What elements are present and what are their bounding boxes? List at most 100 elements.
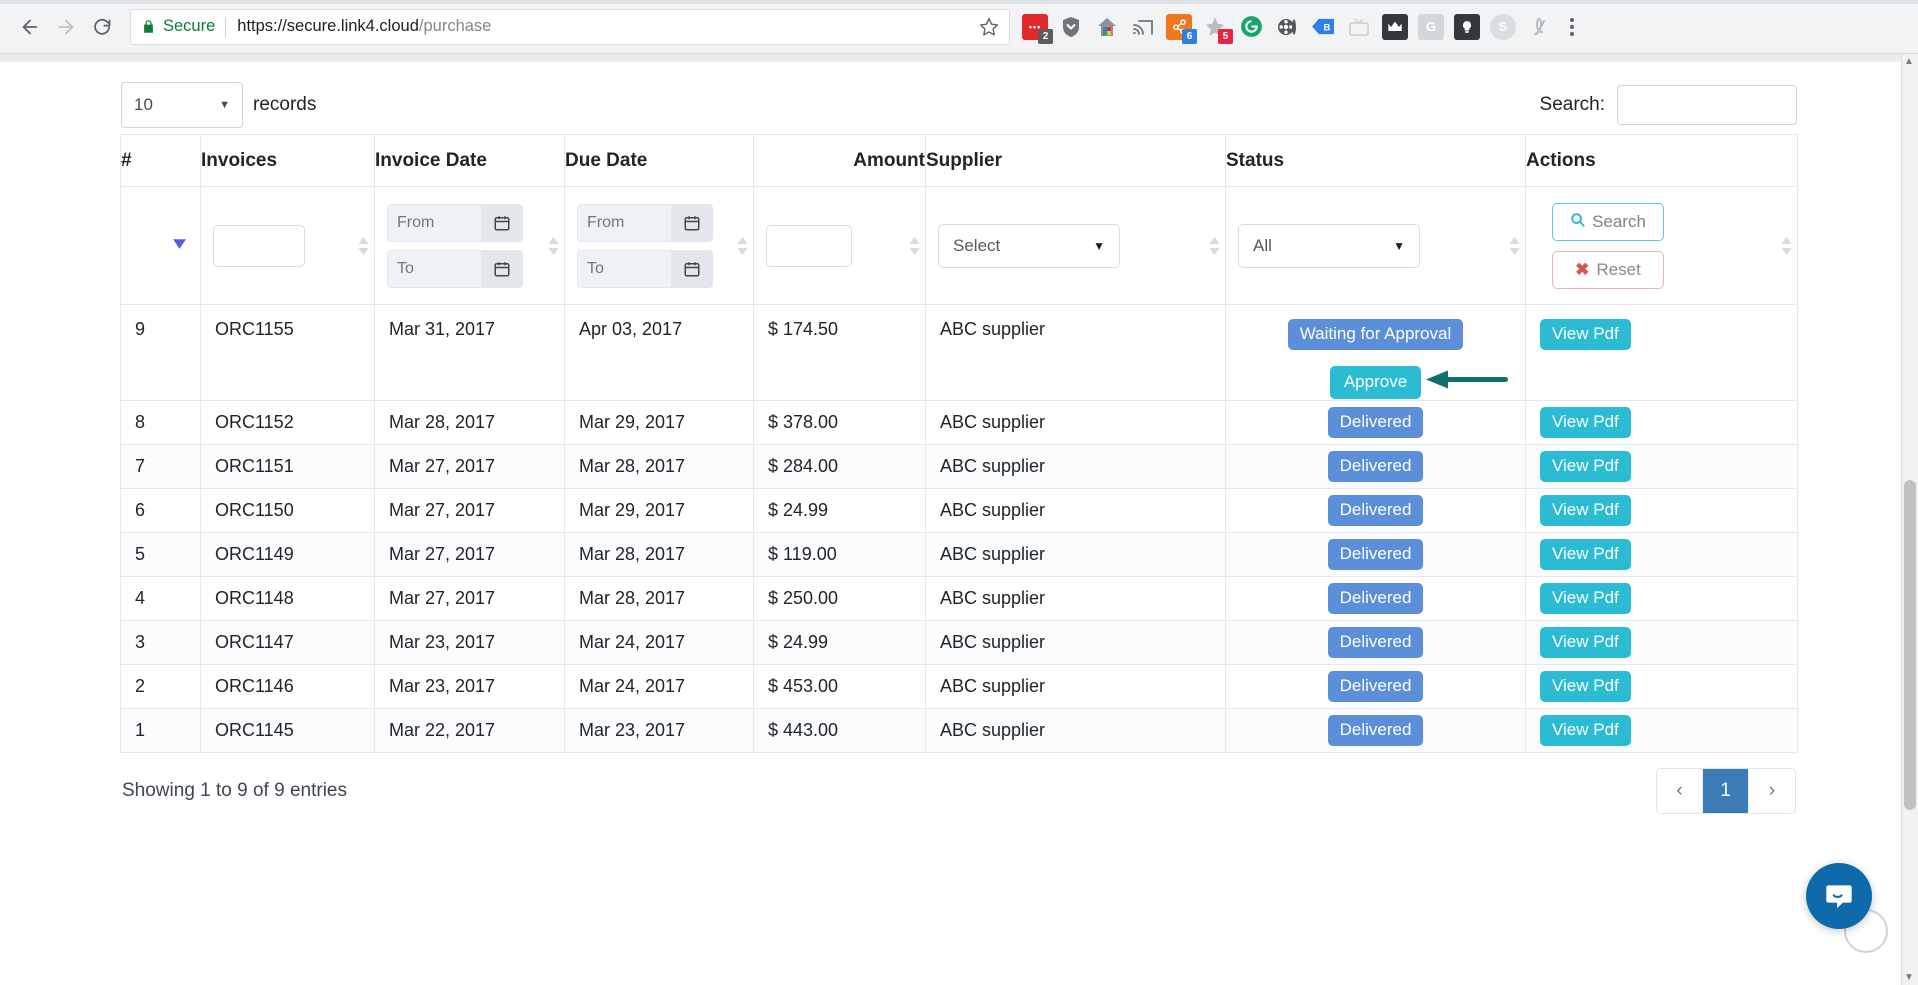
forward-button[interactable] [48,9,84,45]
reset-button[interactable]: ✖ Reset [1552,250,1664,289]
col-header-number[interactable]: # [120,134,201,187]
col-header-invoices[interactable]: Invoices [200,134,375,187]
grammarly-extension-icon[interactable] [1238,14,1264,40]
reload-button[interactable] [84,9,120,45]
cell-invoice: ORC1150 [200,488,375,533]
lightbulb-extension-icon[interactable] [1454,13,1480,40]
pagination-page-1[interactable]: 1 [1703,769,1749,813]
cell-invoice-date: Mar 27, 2017 [374,444,565,489]
google-g-extension-icon[interactable]: G [1418,13,1444,40]
bookmark-star-icon[interactable] [979,17,999,37]
tv-extension-icon[interactable] [1346,14,1372,40]
intercom-chat-button[interactable] [1806,863,1872,929]
due-date-to-input[interactable] [577,249,671,288]
cell-due-date: Mar 24, 2017 [564,620,754,665]
table-row[interactable]: 6 ORC1150 Mar 27, 2017 Mar 29, 2017 $ 24… [120,488,1798,533]
due-date-from-input[interactable] [577,203,671,242]
col-header-status[interactable]: Status [1225,134,1526,187]
chrome-menu-button[interactable] [1570,17,1574,36]
cell-number: 3 [120,620,201,665]
calendar-icon[interactable] [481,203,523,242]
view-pdf-button[interactable]: View Pdf [1540,715,1631,746]
hubspot-extension-icon[interactable]: 6 [1166,13,1197,44]
chevron-down-icon: ▼ [1393,238,1405,253]
view-pdf-button[interactable]: View Pdf [1540,319,1631,350]
table-row[interactable]: 7 ORC1151 Mar 27, 2017 Mar 28, 2017 $ 28… [120,444,1798,489]
view-pdf-button[interactable]: View Pdf [1540,583,1631,614]
page-scrollbar-track[interactable]: ▲ ▼ [1901,54,1918,985]
col-header-supplier[interactable]: Supplier [925,134,1226,187]
view-pdf-button[interactable]: View Pdf [1540,539,1631,570]
skype-extension-icon[interactable]: S [1490,13,1516,40]
signature-extension-icon[interactable] [1526,14,1552,40]
filter-invoice-input[interactable] [213,224,305,267]
col-header-invoice-date[interactable]: Invoice Date [374,134,565,187]
film-reel-extension-icon[interactable] [1274,14,1300,40]
cell-invoice: ORC1145 [200,708,375,753]
view-pdf-button[interactable]: View Pdf [1540,671,1631,702]
page-scrollbar-thumb[interactable] [1904,480,1916,810]
sort-toggle-supplier[interactable] [1208,235,1221,257]
shield-extension-icon[interactable] [1058,14,1084,40]
cell-due-date: Apr 03, 2017 [564,304,754,401]
blue-tag-extension-icon[interactable]: B [1310,14,1336,40]
filter-amount-input[interactable] [766,224,852,267]
pagination-next[interactable]: › [1749,769,1795,813]
purchase-table-card: 10 ▼ records Search: # Invoices Invoice … [120,62,1798,829]
calendar-icon[interactable] [671,249,713,288]
view-pdf-button[interactable]: View Pdf [1540,627,1631,658]
calendar-icon[interactable] [671,203,713,242]
invoice-date-from-input[interactable] [387,203,481,242]
status-badge: Delivered [1327,495,1424,526]
table-row[interactable]: 9 ORC1155 Mar 31, 2017 Apr 03, 2017 $ 17… [120,304,1798,401]
pocket-red-extension-icon[interactable]: ••• 2 [1022,13,1053,44]
pagination-prev[interactable]: ‹ [1657,769,1703,813]
sort-toggle-invoice-date[interactable] [547,235,560,257]
table-row[interactable]: 4 ORC1148 Mar 27, 2017 Mar 28, 2017 $ 25… [120,576,1798,621]
view-pdf-button[interactable]: View Pdf [1540,407,1631,438]
cast-extension-icon[interactable] [1130,14,1156,40]
view-pdf-button[interactable]: View Pdf [1540,451,1631,482]
filter-supplier-select[interactable]: Select ▼ [938,223,1120,268]
cell-amount: $ 378.00 [753,400,926,445]
cell-supplier: ABC supplier [925,664,1226,709]
sort-toggle-actions[interactable] [1780,235,1793,257]
col-header-due-date[interactable]: Due Date [564,134,754,187]
scroll-up-arrow-icon[interactable]: ▲ [1903,56,1915,67]
scroll-down-arrow-icon[interactable]: ▼ [1903,972,1915,983]
secure-label: Secure [163,17,216,35]
sort-toggle-status[interactable] [1508,235,1521,257]
sort-toggle-due-date[interactable] [736,235,749,257]
approve-button[interactable]: Approve [1329,365,1422,399]
view-pdf-button[interactable]: View Pdf [1540,495,1631,526]
table-row[interactable]: 2 ORC1146 Mar 23, 2017 Mar 24, 2017 $ 45… [120,664,1798,709]
browser-toolbar: Secure https://secure.link4.cloud/purcha… [0,0,1918,54]
global-search-input[interactable] [1617,85,1797,125]
table-row[interactable]: 1 ORC1145 Mar 22, 2017 Mar 23, 2017 $ 44… [120,708,1798,753]
search-button[interactable]: Search [1552,202,1664,241]
sort-toggle-invoices[interactable] [357,235,370,257]
due-date-from-group[interactable] [577,203,713,242]
sort-desc-icon[interactable] [171,237,188,255]
invoice-date-to-group[interactable] [387,249,523,288]
page-length-select[interactable]: 10 ▼ [121,82,243,128]
invoice-date-from-group[interactable] [387,203,523,242]
house-colored-extension-icon[interactable] [1094,14,1120,40]
col-header-amount[interactable]: Amount [753,134,926,187]
due-date-to-group[interactable] [577,249,713,288]
filter-status-value: All [1253,235,1272,255]
calendar-icon[interactable] [481,249,523,288]
reset-button-label: Reset [1596,259,1641,279]
table-row[interactable]: 8 ORC1152 Mar 28, 2017 Mar 29, 2017 $ 37… [120,400,1798,445]
extension-badge: 6 [1182,28,1197,44]
crown-extension-icon[interactable] [1382,13,1408,40]
filter-status-select[interactable]: All ▼ [1238,223,1420,268]
cell-amount: $ 250.00 [753,576,926,621]
table-row[interactable]: 5 ORC1149 Mar 27, 2017 Mar 28, 2017 $ 11… [120,532,1798,577]
back-button[interactable] [12,9,48,45]
table-row[interactable]: 3 ORC1147 Mar 23, 2017 Mar 24, 2017 $ 24… [120,620,1798,665]
address-bar[interactable]: Secure https://secure.link4.cloud/purcha… [130,8,1010,45]
sort-toggle-amount[interactable] [908,235,921,257]
invoice-date-to-input[interactable] [387,249,481,288]
grey-star-extension-icon[interactable]: 5 [1202,14,1233,44]
